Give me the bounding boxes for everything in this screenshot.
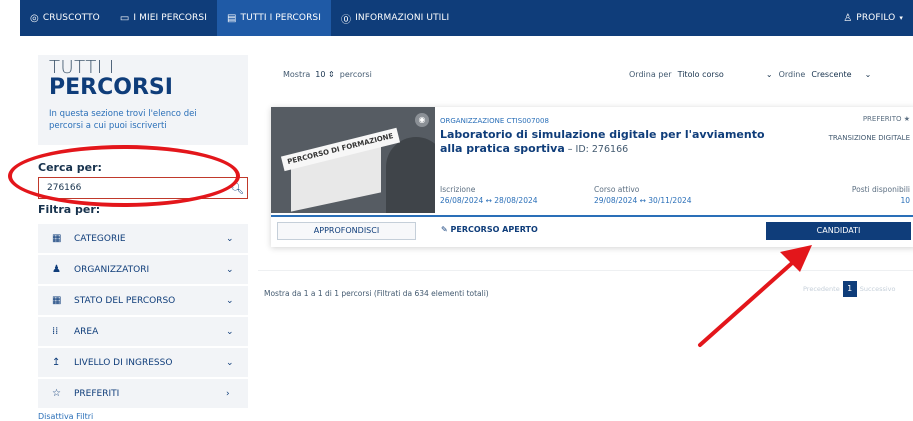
order-by-select[interactable]: Titolo corso ⌄ <box>678 70 773 79</box>
monitor-icon: ▭ <box>119 12 130 24</box>
filter-label-text: AREA <box>74 326 99 337</box>
page-title-line2: PERCORSI <box>49 75 173 100</box>
iscrizione-value: 26/08/2024 ↔ 28/08/2024 <box>440 196 538 205</box>
filter-label: Filtra per: <box>38 203 101 216</box>
favorite-label: PREFERITO <box>862 115 902 123</box>
corso-attivo-value: 29/08/2024 ↔ 30/11/2024 <box>594 196 692 205</box>
candidati-button[interactable]: CANDIDATI <box>766 222 911 240</box>
divider <box>258 270 913 271</box>
filter-categorie[interactable]: ▦ CATEGORIE ⌄ <box>38 224 248 253</box>
search-box: 🔍︎ <box>38 177 248 199</box>
chevron-down-icon: ⌄ <box>226 233 234 244</box>
filter-list: ▦ CATEGORIE ⌄ ♟ ORGANIZZATORI ⌄ ▦ STATO … <box>38 224 248 410</box>
filter-label-text: LIVELLO DI INGRESSO <box>74 357 173 368</box>
search-input[interactable] <box>39 183 227 193</box>
course-card: PERCORSO DI FORMAZIONE ◉ ORGANIZZAZIONE … <box>271 107 913 247</box>
profile-label: PROFILO <box>856 13 896 23</box>
search-icon[interactable]: 🔍︎ <box>227 182 247 195</box>
filter-area[interactable]: ⁞⁞ AREA ⌄ <box>38 317 248 346</box>
nav-item-tutti-percorsi[interactable]: ▤ TUTTI I PERCORSI <box>216 0 331 36</box>
chevron-right-icon: › <box>226 388 230 399</box>
chevron-down-icon: ⌄ <box>226 264 234 275</box>
profile-menu[interactable]: ♙ PROFILO ▾ <box>833 0 913 36</box>
nav-item-informazioni[interactable]: ⓪ INFORMAZIONI UTILI <box>331 0 459 36</box>
filter-label-text: STATO DEL PERCORSO <box>74 295 176 306</box>
approfondisci-button[interactable]: APPROFONDISCI <box>277 222 416 240</box>
pagination-prev[interactable]: Precedente <box>803 285 840 293</box>
filter-organizzatori[interactable]: ♟ ORGANIZZATORI ⌄ <box>38 255 248 284</box>
nav-item-cruscotto[interactable]: ◎ CRUSCOTTO <box>20 0 110 36</box>
posti-label: Posti disponibili <box>851 185 910 194</box>
posti-value: 10 <box>900 196 910 205</box>
star-icon: ☆ <box>52 388 61 399</box>
course-status: ✎ PERCORSO APERTO <box>441 225 538 234</box>
order-by-label: Ordina per <box>629 70 672 79</box>
nav-item-miei-percorsi[interactable]: ▭ I MIEI PERCORSI <box>110 0 217 36</box>
page-description: In questa sezione trovi l'elenco dei per… <box>49 109 197 131</box>
nav-label: TUTTI I PERCORSI <box>240 13 321 23</box>
course-id: – ID: 276166 <box>564 144 629 155</box>
chevron-down-icon: ⌄ <box>765 70 773 79</box>
grid-icon: ▦ <box>52 233 62 244</box>
iscrizione-label: Iscrizione <box>440 185 476 194</box>
course-title[interactable]: Laboratorio di simulazione digitale per … <box>440 128 785 157</box>
nav-label: CRUSCOTTO <box>42 13 100 23</box>
search-label: Cerca per: <box>38 161 102 174</box>
course-image: PERCORSO DI FORMAZIONE ◉ <box>271 107 435 213</box>
filter-label-text: PREFERITI <box>74 388 120 399</box>
sidebar: TUTTI I PERCORSI In questa sezione trovi… <box>38 55 248 421</box>
caret-down-icon: ▾ <box>899 14 903 22</box>
order-value: Crescente <box>811 70 852 79</box>
chevron-down-icon: ⌄ <box>226 326 234 337</box>
chevron-down-icon: ⌄ <box>864 70 872 79</box>
nav-label: I MIEI PERCORSI <box>133 13 207 23</box>
star-filled-icon: ★ <box>903 115 910 123</box>
page-size-select[interactable]: 10 ⇕ <box>315 70 334 79</box>
filter-livello-ingresso[interactable]: ↥ LIVELLO DI INGRESSO ⌄ <box>38 348 248 377</box>
arrow-head <box>780 245 812 272</box>
filter-preferiti[interactable]: ☆ PREFERITI › <box>38 379 248 408</box>
badge-icon: ◉ <box>415 113 429 127</box>
list-icon: ▤ <box>226 12 237 24</box>
course-tag: TRANSIZIONE DIGITALE <box>828 134 910 142</box>
top-navbar: ◎ CRUSCOTTO ▭ I MIEI PERCORSI ▤ TUTTI I … <box>20 0 913 36</box>
pagination-page[interactable]: 1 <box>842 281 857 297</box>
dashboard-icon: ◎ <box>30 12 39 24</box>
edit-icon: ✎ <box>441 225 448 234</box>
page-header-box: TUTTI I PERCORSI In questa sezione trovi… <box>38 55 248 145</box>
course-status-label: PERCORSO APERTO <box>450 225 538 234</box>
filter-label-text: CATEGORIE <box>74 233 126 244</box>
corso-attivo-label: Corso attivo <box>594 185 640 194</box>
pagination: Precedente 1 Successivo <box>803 281 896 297</box>
card-divider <box>271 215 913 217</box>
order-select[interactable]: Crescente ⌄ <box>811 70 871 79</box>
sort-control: Ordina per Titolo corso ⌄ Ordine Crescent… <box>629 70 871 79</box>
help-icon: ⓪ <box>341 14 352 26</box>
course-organization: ORGANIZZAZIONE CTIS007008 <box>440 117 549 125</box>
filter-label-text: ORGANIZZATORI <box>74 264 150 275</box>
nav-label: INFORMAZIONI UTILI <box>355 13 450 23</box>
pagination-next[interactable]: Successivo <box>860 285 896 293</box>
chevron-down-icon: ⌄ <box>226 357 234 368</box>
show-prefix: Mostra <box>283 70 311 79</box>
chevron-down-icon: ⌄ <box>226 295 234 306</box>
show-suffix: percorsi <box>339 70 372 79</box>
page-size-control: Mostra 10 ⇕ percorsi <box>283 70 372 79</box>
order-label: Ordine <box>778 70 806 79</box>
arrow-up-icon: ↥ <box>52 357 61 368</box>
users-icon: ♟ <box>52 264 61 275</box>
favorite-toggle[interactable]: PREFERITO ★ <box>863 115 910 123</box>
filter-stato-percorso[interactable]: ▦ STATO DEL PERCORSO ⌄ <box>38 286 248 315</box>
dots-grid-icon: ⁞⁞ <box>52 326 59 337</box>
results-info: Mostra da 1 a 1 di 1 percorsi (Filtrati … <box>264 289 489 298</box>
person-illustration <box>386 137 435 213</box>
page-size-value: 10 <box>315 70 326 79</box>
disable-filters-link[interactable]: Disattiva Filtri <box>38 412 93 421</box>
grid-icon: ▦ <box>52 295 62 306</box>
order-by-value: Titolo corso <box>677 70 724 79</box>
user-icon: ♙ <box>843 12 853 24</box>
